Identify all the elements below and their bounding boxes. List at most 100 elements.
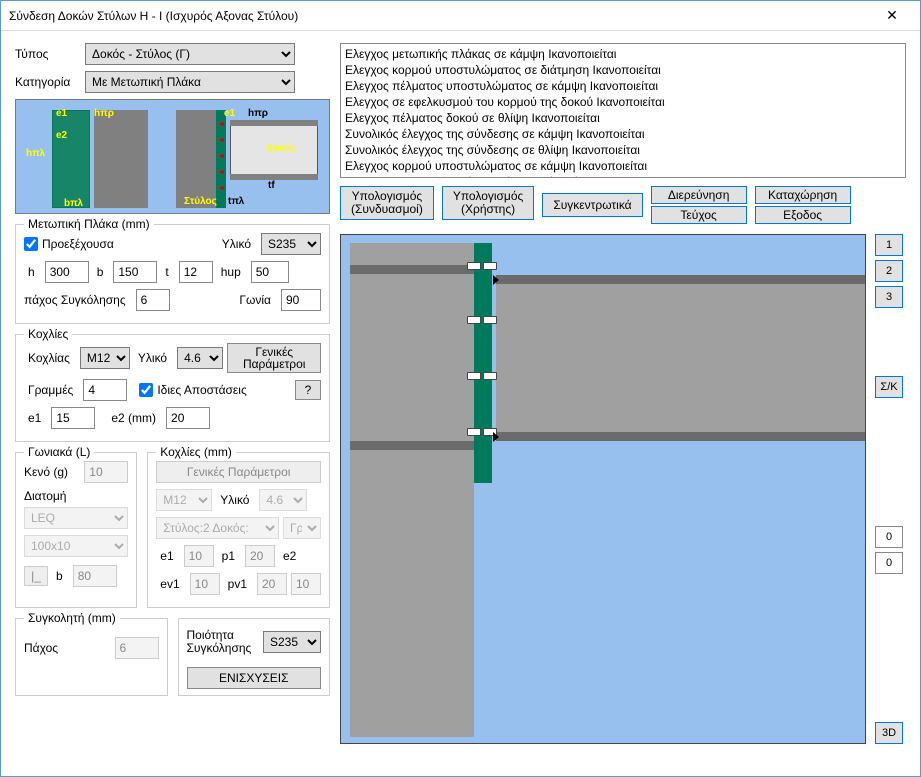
gen-params-button[interactable]: Γενικές Παράμετροι (227, 343, 321, 373)
title-bar: Σύνδεση Δοκών Στύλων H - I (Ισχυρός Αξον… (1, 1, 920, 31)
ae1-input (184, 545, 214, 567)
calc-combos-button[interactable]: Υπολογισμός(Συνδυασμοί) (340, 186, 434, 220)
sk-button[interactable]: Σ/Κ (875, 376, 903, 398)
bolts-title: Κοχλίες (24, 327, 72, 341)
t-input[interactable] (179, 261, 213, 283)
weld-group: Συγκολητή (mm) Πάχος (15, 618, 168, 696)
save-button[interactable]: Καταχώρηση (755, 186, 851, 204)
aev2-input (291, 573, 321, 595)
e1-lbl: e1 (28, 411, 41, 425)
sect2-combo: 100x10 (24, 535, 128, 557)
close-button[interactable]: ✕ (872, 2, 912, 30)
val0-input[interactable] (875, 526, 903, 548)
check-item: Συνολικός έλεγχος της σύνδεσης σε θλίψη … (345, 142, 901, 158)
document-button[interactable]: Τεύχος (651, 206, 747, 224)
ab-lbl: b (56, 569, 63, 583)
check-item: Ελεγχος κορμού υποστυλώματος σε διάτμηση… (345, 62, 901, 78)
calc-user-button[interactable]: Υπολογισμός(Χρήστης) (442, 186, 535, 220)
angles-group: Γωνιακά (L) Κενό (g) Διατομή LEQ 100x10 … (15, 452, 137, 608)
t-lbl: t (165, 265, 168, 279)
summary-button[interactable]: Συγκεντρωτικά (542, 193, 642, 217)
hup-input[interactable] (251, 261, 289, 283)
thumb-bnl: bπλ (64, 198, 83, 209)
reinf-button[interactable]: ΕΝΙΣΧΥΣΕΙΣ (187, 667, 322, 689)
ab-input (73, 565, 117, 587)
e1-input[interactable] (51, 407, 95, 429)
thk-lbl: Πάχος (24, 641, 111, 655)
plate-mat-label: Υλικό (222, 237, 251, 251)
angles-bolts-group: Κοχλίες (mm) Γενικές Παράμετροι M12Υλικό… (147, 452, 330, 608)
weld-input[interactable] (136, 289, 170, 311)
window-title: Σύνδεση Δοκών Στύλων H - I (Ισχυρός Αξον… (9, 9, 872, 23)
e2-lbl: e2 (mm) (111, 411, 156, 425)
weldq-group: Ποιότητα ΣυγκόλησηςS235 ΕΝΙΣΧΥΣΕΙΣ (178, 618, 331, 696)
gap-lbl: Κενό (g) (24, 465, 80, 479)
l-button: |_ (24, 566, 48, 586)
check-item: Ελεγχος μετωπικής πλάκας σε κάμψη Ικανοπ… (345, 46, 901, 62)
gr-combo: Γρ. (283, 517, 321, 539)
val1-input[interactable] (875, 552, 903, 574)
check-item: Ελεγχος σε εφελκυσμού του κορμού της δοκ… (345, 94, 901, 110)
thumb-beam: Δοκός (266, 143, 296, 154)
type-label: Τύπος (15, 47, 85, 61)
amat-lbl: Υλικό (220, 493, 249, 507)
thumbnail-panel: e1 e2 hπρ hπλ bπλ e1 hπρ Δοκός Στύλος (15, 99, 330, 214)
rows-input[interactable] (83, 379, 127, 401)
view-3-button[interactable]: 3 (875, 286, 903, 308)
bolts-group: Κοχλίες Κοχλίας M12 Υλικό 4.6 Γενικές Πα… (15, 334, 330, 442)
bolt-combo[interactable]: M12 (80, 347, 130, 369)
endplate-title: Μετωπική Πλάκα (mm) (24, 217, 154, 231)
category-combo[interactable]: Με Μετωπική Πλάκα (85, 71, 295, 93)
weld-lbl: πάχος Συγκόλησης (24, 293, 126, 307)
h-lbl: h (28, 265, 35, 279)
aev1-input (190, 573, 220, 595)
thumb-hnp: hπρ (94, 108, 114, 119)
b-lbl: b (97, 265, 104, 279)
thumb-tnl: tπλ (228, 196, 244, 207)
view-1-button[interactable]: 1 (875, 234, 903, 256)
3d-button[interactable]: 3D (875, 722, 903, 744)
check-item: Συνολικός έλεγχος της σύνδεσης σε κάμψη … (345, 126, 901, 142)
thumb-e2: e2 (56, 130, 67, 141)
rows-lbl: Γραμμές (28, 383, 73, 397)
bolt-mat-combo[interactable]: 4.6 (177, 347, 223, 369)
h-input[interactable] (45, 261, 89, 283)
thumb-e1b: e1 (224, 108, 235, 119)
angle-input[interactable] (281, 289, 321, 311)
angles-title: Γωνιακά (L) (24, 445, 94, 459)
bolt-mat-lbl: Υλικό (138, 351, 167, 365)
sect1-combo: LEQ (24, 507, 128, 529)
plate-mat-combo[interactable]: S235 (261, 233, 321, 255)
qual-combo[interactable]: S235 (263, 631, 321, 653)
check-item: Ελεγχος πέλματος υποστυλώματος σε κάμψη … (345, 78, 901, 94)
ap1-input (245, 545, 275, 567)
projecting-label: Προεξέχουσα (42, 237, 114, 251)
category-label: Κατηγορία (15, 75, 85, 89)
thumb-hnp2: hπρ (248, 108, 268, 119)
check-list[interactable]: Ελεγχος μετωπικής πλάκας σε κάμψη Ικανοπ… (340, 43, 906, 178)
drawing-canvas (340, 234, 866, 744)
check-item: Ελεγχος πέλματος δοκού σε θλίψη Ικανοποι… (345, 110, 901, 126)
section-lbl: Διατομή (24, 489, 128, 503)
thumb-col: Στύλος (184, 196, 217, 207)
b-input[interactable] (113, 261, 157, 283)
aev1-lbl: ev1 (160, 577, 179, 591)
thumb-hnl: hπλ (26, 148, 45, 159)
projecting-check[interactable] (24, 237, 38, 251)
view-2-button[interactable]: 2 (875, 260, 903, 282)
hup-lbl: hup (221, 265, 241, 279)
same-dist-check[interactable] (139, 383, 153, 397)
gap-input (84, 461, 128, 483)
angle-lbl: Γωνία (239, 293, 271, 307)
endplate-group: Μετωπική Πλάκα (mm) Προεξέχουσα Υλικό S2… (15, 224, 330, 324)
ae1-lbl: e1 (160, 549, 173, 563)
e2-input[interactable] (166, 407, 210, 429)
thumb-e1: e1 (56, 108, 67, 119)
exit-button[interactable]: Εξοδος (755, 206, 851, 224)
investigate-button[interactable]: Διερεύνηση (651, 186, 747, 204)
question-button[interactable]: ? (295, 380, 321, 400)
type-combo[interactable]: Δοκός - Στύλος (Γ) (85, 43, 295, 65)
col-beam-combo: Στύλος:2 Δοκός: (156, 517, 279, 539)
apv1-lbl: pv1 (228, 577, 247, 591)
abolt-combo: M12 (156, 489, 212, 511)
